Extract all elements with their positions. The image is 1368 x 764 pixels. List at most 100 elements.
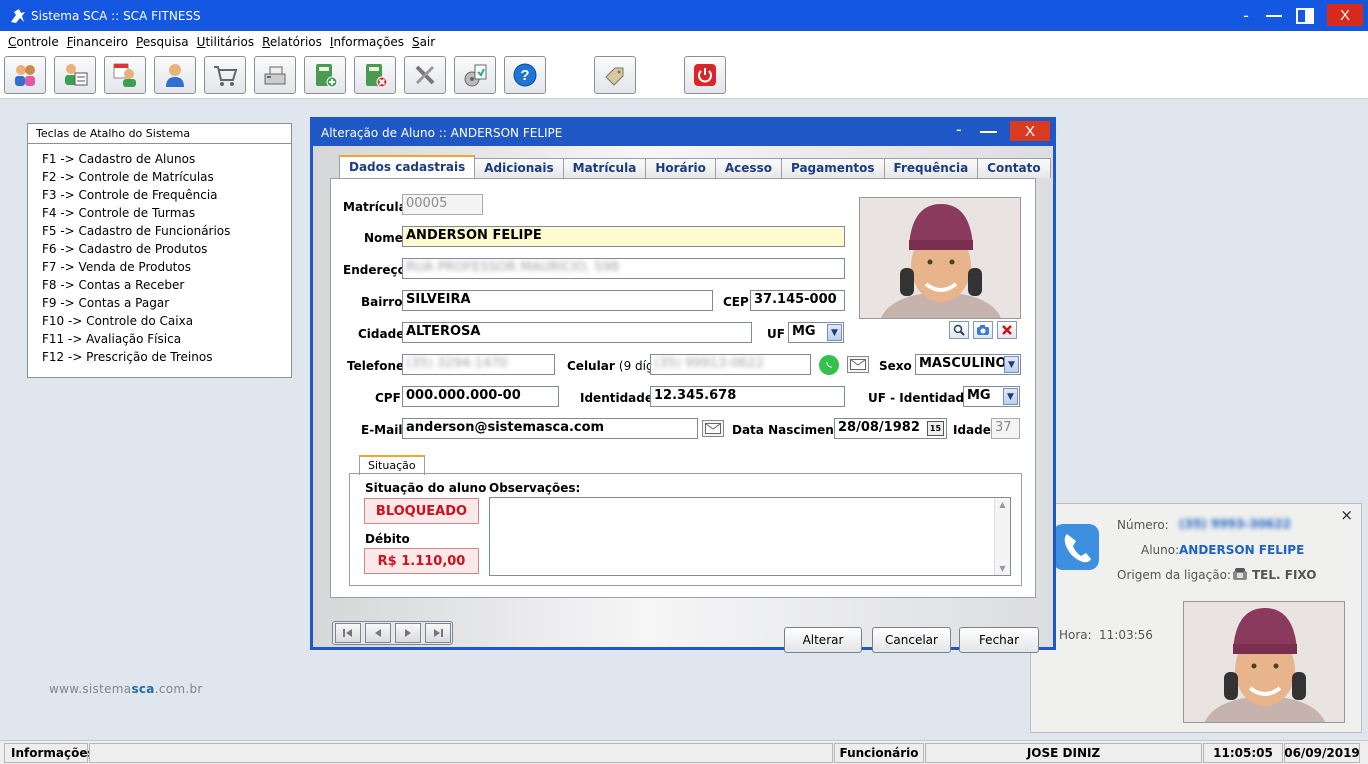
data-nascimento-value: 28/08/1982 [838, 420, 920, 435]
menu-utilitarios[interactable]: Utilitários [197, 35, 254, 49]
nome-field[interactable]: ANDERSON FELIPE [402, 226, 845, 247]
next-record-button[interactable] [395, 623, 421, 643]
telephone-icon [1233, 568, 1247, 580]
first-record-button[interactable] [335, 623, 361, 643]
minimize-button[interactable] [1262, 0, 1286, 31]
shortcut-item: F8 -> Contas a Receber [42, 278, 185, 292]
situacao-tab[interactable]: Situação [359, 455, 425, 475]
sexo-value: MASCULINO [919, 356, 1007, 371]
bairro-field[interactable]: SILVEIRA [402, 290, 713, 311]
identidade-field[interactable]: 12.345.678 [650, 386, 845, 407]
toolbar-tags-button[interactable] [594, 56, 636, 94]
toolbar-alunos-button[interactable] [4, 56, 46, 94]
menu-sair[interactable]: Sair [412, 35, 435, 49]
cidade-field[interactable]: ALTEROSA [402, 322, 752, 343]
website-link[interactable]: www.sistemasca.com.br [49, 682, 203, 696]
idade-field[interactable]: 37 [991, 418, 1020, 439]
cancelar-button[interactable]: Cancelar [872, 627, 951, 653]
student-edit-dialog: Alteração de Aluno :: ANDERSON FELIPE - … [310, 117, 1056, 653]
envelope-icon [705, 423, 721, 434]
shopping-cart-icon [214, 66, 238, 86]
scroll-up-icon: ▲ [999, 500, 1006, 509]
email-field[interactable]: anderson@sistemasca.com [402, 418, 698, 439]
shortcut-item: F4 -> Controle de Turmas [42, 206, 196, 220]
alterar-button[interactable]: Alterar [784, 627, 862, 653]
celular-value: (35) 99913-0622 [654, 356, 764, 371]
uf-identidade-select[interactable]: MG ▼ [963, 386, 1020, 407]
observacoes-textarea[interactable]: ▲ ▼ [489, 497, 1011, 576]
menu-controle[interactable]: Controle [8, 35, 59, 49]
matricula-field[interactable]: 00005 [402, 194, 483, 215]
dialog-close-button[interactable]: X [1010, 121, 1050, 141]
tab-acesso[interactable]: Acesso [714, 158, 782, 178]
situacao-group: Situação do aluno BLOQUEADO Débito R$ 1.… [349, 473, 1022, 586]
celular-label: Celular (9 díg.) [567, 359, 662, 373]
photo-search-button[interactable] [949, 321, 969, 339]
toolbar-help-button[interactable]: ? [504, 56, 546, 94]
menu-relatorios[interactable]: Relatórios [262, 35, 322, 49]
sexo-select[interactable]: MASCULINO ▼ [915, 354, 1021, 375]
tab-contato[interactable]: Contato [977, 158, 1051, 178]
users-icon [15, 65, 35, 86]
toolbar-pagar-button[interactable] [354, 56, 396, 94]
previous-record-button[interactable] [365, 623, 391, 643]
situacao-badge: BLOQUEADO [364, 498, 479, 524]
maximize-button[interactable] [1293, 0, 1317, 31]
menu-financeiro[interactable]: Financeiro [67, 35, 128, 49]
notification-hora-value: 11:03:56 [1099, 628, 1153, 642]
calendar-icon[interactable]: 15 [927, 421, 944, 436]
shortcuts-title: Teclas de Atalho do Sistema [28, 124, 291, 144]
toolbar-caixa-button[interactable] [254, 56, 296, 94]
app-logo-icon [11, 8, 25, 23]
toolbar-receber-button[interactable] [304, 56, 346, 94]
uf-label: UF [767, 327, 785, 341]
toolbar-backup-button[interactable] [454, 56, 496, 94]
menu-pesquisa[interactable]: Pesquisa [136, 35, 189, 49]
cpf-field[interactable]: 000.000.000-00 [402, 386, 559, 407]
toolbar-usuario-button[interactable] [154, 56, 196, 94]
celular-field[interactable]: (35) 99913-0622 [650, 354, 811, 375]
cep-label: CEP [723, 295, 749, 309]
chevron-down-icon: ▼ [1004, 356, 1019, 373]
shortcut-item: F11 -> Avaliação Física [42, 332, 182, 346]
toolbar-funcionarios-button[interactable] [54, 56, 96, 94]
dialog-minimize-button[interactable] [980, 131, 997, 133]
phone-icon [1053, 524, 1099, 570]
data-nascimento-field[interactable]: 28/08/1982 15 [834, 418, 947, 439]
situacao-aluno-label: Situação do aluno [365, 481, 487, 495]
photo-camera-button[interactable] [973, 321, 993, 339]
observacoes-scrollbar[interactable]: ▲ ▼ [994, 498, 1010, 575]
last-record-button[interactable] [425, 623, 451, 643]
notification-close-button[interactable]: × [1340, 506, 1353, 524]
endereco-field[interactable]: RUA PROFESSOR MAURICIO, 598 [402, 258, 845, 279]
calculator-remove-icon [366, 64, 388, 88]
fechar-button[interactable]: Fechar [959, 627, 1039, 653]
toolbar-ferramentas-button[interactable] [404, 56, 446, 94]
celular-sms-button[interactable] [847, 356, 869, 373]
dialog-restore-button[interactable]: - [956, 120, 962, 139]
email-send-button[interactable] [702, 420, 724, 437]
tab-horario[interactable]: Horário [645, 158, 716, 178]
telefone-field[interactable]: (35) 3294-1470 [402, 354, 555, 375]
dialog-tabs: Dados cadastrais Adicionais Matrícula Ho… [339, 155, 1051, 178]
tab-matricula[interactable]: Matrícula [562, 158, 647, 178]
menubar: Controle Financeiro Pesquisa Utilitários… [0, 31, 1368, 52]
menu-informacoes[interactable]: Informações [330, 35, 404, 49]
tab-frequencia[interactable]: Frequência [883, 158, 979, 178]
restore-small-button[interactable]: - [1236, 0, 1256, 31]
photo-delete-button[interactable] [997, 321, 1017, 339]
toolbar-exit-button[interactable] [684, 56, 726, 94]
toolbar-matricula-button[interactable] [104, 56, 146, 94]
toolbar-venda-button[interactable] [204, 56, 246, 94]
whatsapp-icon[interactable] [819, 355, 839, 375]
cep-field[interactable]: 37.145-000 [750, 290, 845, 311]
tab-adicionais[interactable]: Adicionais [474, 158, 564, 178]
chevron-down-icon: ▼ [1003, 388, 1018, 405]
app-close-button[interactable]: X [1327, 4, 1363, 26]
uf-select[interactable]: MG ▼ [788, 322, 844, 343]
shortcut-item: F6 -> Cadastro de Produtos [42, 242, 208, 256]
first-icon [343, 629, 352, 637]
debito-value: R$ 1.110,00 [364, 548, 479, 574]
tab-pagamentos[interactable]: Pagamentos [780, 158, 885, 178]
tab-dados-cadastrais[interactable]: Dados cadastrais [339, 155, 476, 178]
